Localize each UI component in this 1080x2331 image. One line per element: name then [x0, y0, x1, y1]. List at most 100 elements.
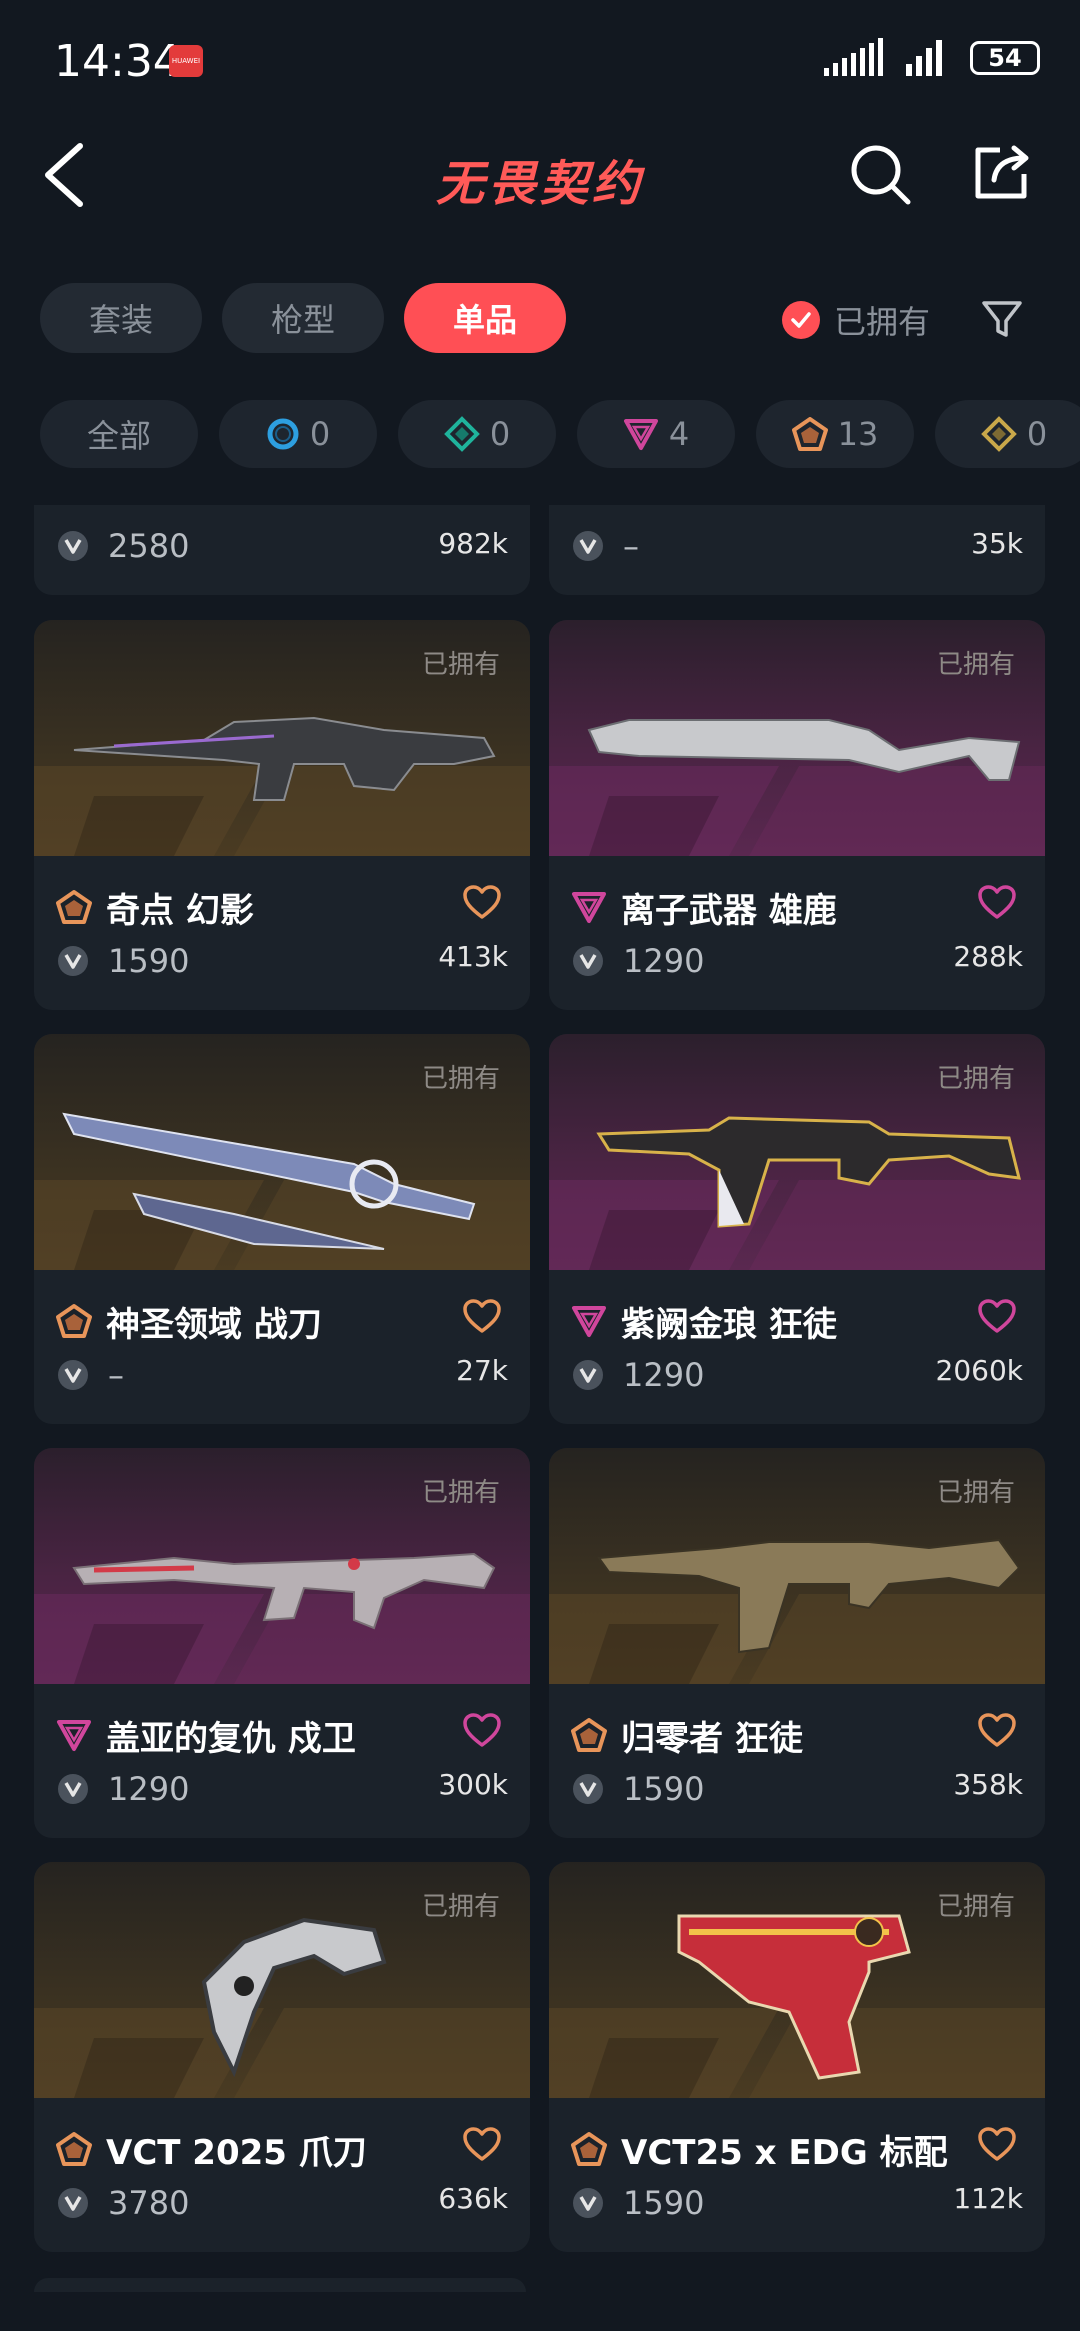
huawei-app-icon: HUAWEI [169, 45, 203, 77]
filter-icon[interactable] [980, 297, 1024, 341]
exclusive-tier-icon [791, 417, 828, 451]
exclusive-tier-icon [56, 2132, 92, 2166]
price-row: 3780 [56, 2184, 189, 2222]
exclusive-tier-icon [571, 1718, 607, 1752]
vp-currency-icon [573, 1360, 603, 1390]
search-icon[interactable] [848, 142, 912, 206]
favorite-heart-icon[interactable] [462, 2126, 502, 2162]
price-row: 1290 [571, 942, 704, 980]
weapon-image-area: 已拥有 [549, 1034, 1045, 1270]
weapon-image-area: 已拥有 [549, 1862, 1045, 2098]
like-count: 636k [438, 2182, 508, 2215]
like-count: 35k [971, 527, 1023, 560]
tab-single-item[interactable]: 单品 [404, 283, 566, 353]
chip-count: 0 [489, 415, 511, 453]
owned-tag: 已拥有 [421, 1478, 500, 1508]
owned-tag: 已拥有 [936, 1064, 1015, 1094]
chip-select-tier[interactable]: 0 [219, 400, 377, 468]
price: 1590 [623, 2184, 705, 2222]
weapon-card[interactable]: 已拥有 VCT 2025 爪刀 3780 636k [34, 1862, 530, 2252]
price-row: 1290 [56, 1770, 189, 1808]
check-icon [782, 301, 820, 339]
weapon-name: VCT 2025 爪刀 [106, 2132, 367, 2173]
signal-icon [824, 38, 883, 76]
like-count: 413k [438, 940, 508, 973]
vp-currency-icon [573, 946, 603, 976]
price: 1290 [108, 1770, 190, 1808]
favorite-heart-icon[interactable] [462, 1298, 502, 1334]
card-title-row: 盖亚的复仇 戍卫 [56, 1710, 512, 1760]
price-row: – [571, 527, 639, 565]
price: 1290 [623, 942, 705, 980]
vp-currency-icon [58, 1774, 88, 1804]
weapon-name: 奇点 幻影 [106, 890, 254, 931]
weapon-card[interactable]: 已拥有 归零者 狂徒 1590 358k [549, 1448, 1045, 1838]
rarity-filter-row: 全部 0 0 4 13 0 [40, 400, 1080, 470]
weapon-name: 紫阙金琅 狂徒 [621, 1304, 837, 1345]
premium-tier-icon [57, 1720, 91, 1751]
chip-exclusive-tier[interactable]: 13 [756, 400, 914, 468]
like-count: 300k [438, 1768, 508, 1801]
owned-tag: 已拥有 [421, 650, 500, 680]
weapon-image-area: 已拥有 [34, 620, 530, 856]
weapon-name: 离子武器 雄鹿 [621, 890, 837, 931]
page-title: 无畏契约 [435, 156, 644, 212]
like-count: 358k [953, 1768, 1023, 1801]
vp-currency-icon [58, 2188, 88, 2218]
top-bar: 无畏契约 [0, 130, 1080, 220]
favorite-heart-icon[interactable] [977, 884, 1017, 920]
owned-filter-label: 已拥有 [834, 303, 931, 341]
weapon-image-area: 已拥有 [549, 1448, 1045, 1684]
favorite-heart-icon[interactable] [977, 1712, 1017, 1748]
weapon-skin-image [597, 1538, 1021, 1654]
chip-all-label: 全部 [86, 417, 151, 455]
like-count: 288k [953, 940, 1023, 973]
owned-tag: 已拥有 [936, 650, 1015, 680]
premium-tier-icon [623, 419, 658, 450]
price: 1290 [623, 1356, 705, 1394]
chip-deluxe-tier[interactable]: 0 [398, 400, 556, 468]
weapon-image-area: 已拥有 [34, 1862, 530, 2098]
tab-bundle[interactable]: 套装 [40, 283, 202, 353]
favorite-heart-icon[interactable] [977, 1298, 1017, 1334]
partial-card[interactable]: 2580 982k [34, 505, 530, 595]
category-tabs: 套装 枪型 单品 已拥有 [40, 283, 1050, 355]
favorite-heart-icon[interactable] [462, 1712, 502, 1748]
weapon-skin-image [677, 1914, 911, 2080]
status-time: 14:34 [54, 36, 181, 87]
share-icon[interactable] [972, 142, 1032, 202]
owned-filter-toggle[interactable]: 已拥有 [782, 297, 930, 343]
partial-card[interactable]: – 35k [549, 505, 1045, 595]
weapon-card[interactable]: 已拥有 紫阙金琅 狂徒 1290 2060k [549, 1034, 1045, 1424]
price: – [623, 527, 639, 565]
like-count: 112k [953, 2182, 1023, 2215]
weapon-image-area: 已拥有 [34, 1034, 530, 1270]
next-card-edge [34, 2278, 526, 2292]
price: – [108, 1356, 124, 1394]
weapon-card[interactable]: 已拥有 神圣领域 战刀 – 27k [34, 1034, 530, 1424]
favorite-heart-icon[interactable] [977, 2126, 1017, 2162]
weapon-name: 盖亚的复仇 戍卫 [106, 1718, 356, 1759]
weapon-card[interactable]: 已拥有 离子武器 雄鹿 1290 288k [549, 620, 1045, 1010]
chip-premium-tier[interactable]: 4 [577, 400, 735, 468]
weapon-skin-image [72, 1552, 496, 1630]
weapon-card[interactable]: 已拥有 VCT25 x EDG 标配 1590 112k [549, 1862, 1045, 2252]
weapon-skin-image [596, 1116, 1021, 1228]
weapon-card[interactable]: 已拥有 盖亚的复仇 戍卫 1290 300k [34, 1448, 530, 1838]
owned-tag: 已拥有 [421, 1892, 500, 1922]
chip-all[interactable]: 全部 [40, 400, 198, 468]
weapon-image-area: 已拥有 [549, 620, 1045, 856]
weapon-card[interactable]: 已拥有 奇点 幻影 1590 413k [34, 620, 530, 1010]
favorite-heart-icon[interactable] [462, 884, 502, 920]
price-row: 2580 [56, 527, 189, 565]
signal-icon-2 [906, 40, 942, 76]
card-title-row: VCT25 x EDG 标配 [571, 2124, 1027, 2174]
vp-currency-icon [573, 531, 603, 561]
chip-count: 4 [668, 415, 690, 453]
price: 2580 [108, 527, 190, 565]
weapon-skin-image [62, 1112, 476, 1250]
tab-gun-type[interactable]: 枪型 [222, 283, 384, 353]
chip-ultra-tier[interactable]: 0 [935, 400, 1080, 468]
weapon-image-area: 已拥有 [34, 1448, 530, 1684]
vp-currency-icon [573, 2188, 603, 2218]
